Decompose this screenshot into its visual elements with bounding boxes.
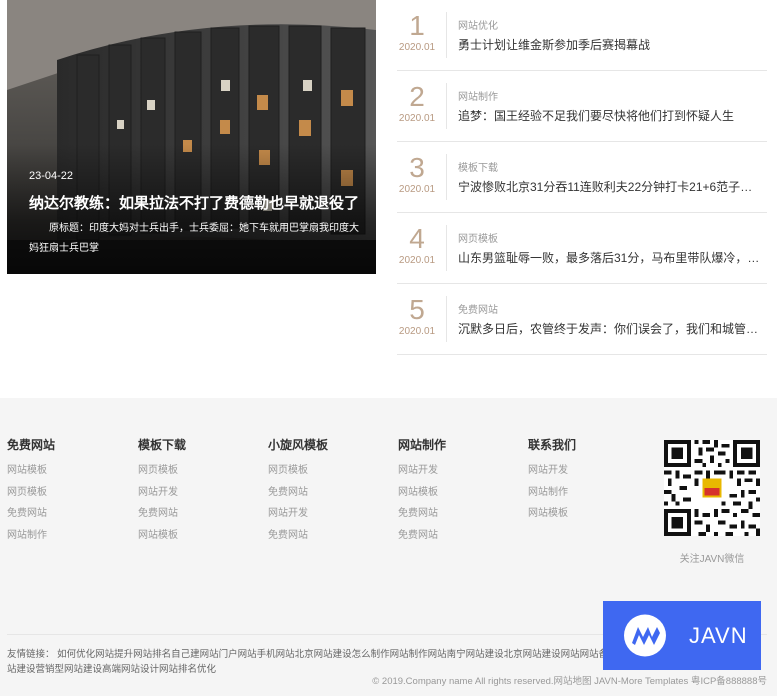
- rank-headline[interactable]: 追梦：国王经验不足我们要尽快将他们打到怀疑人生: [458, 107, 761, 124]
- rank-headline[interactable]: 勇士计划让维金斯参加季后赛揭幕战: [458, 36, 761, 53]
- qr-code-icon: [664, 440, 760, 536]
- footer-link[interactable]: 网站开发: [138, 487, 186, 509]
- list-item[interactable]: 2 2020.01 网站制作 追梦：国王经验不足我们要尽快将他们打到怀疑人生: [397, 71, 767, 142]
- rank-number: 3: [409, 152, 425, 183]
- qr-caption: 关注JAVN微信: [679, 554, 745, 565]
- rank-headline[interactable]: 宁波惨败北京31分吞11连败利夫22分钟打卡21+6范子铭砍下12+6: [458, 178, 761, 195]
- rank-number: 5: [409, 294, 425, 325]
- featured-article[interactable]: 23-04-22 纳达尔教练：如果拉法不打了费德勒也早就退役了 原标题：印度大妈…: [7, 0, 376, 274]
- footer-column-xiaoxuanfeng: 小旋风模板 网页模板 免费网站 网站开发 免费网站: [268, 436, 328, 551]
- divider: [446, 12, 447, 58]
- footer-link[interactable]: 网站模板: [138, 530, 186, 552]
- featured-summary: 原标题：印度大妈对士兵出手，士兵委屈：她下车就用巴掌扇我印度大妈狂扇士兵巴掌: [29, 223, 359, 254]
- footer-column-title: 免费网站: [7, 438, 56, 452]
- rank-category[interactable]: 网站制作: [458, 88, 498, 103]
- footer-column-title: 网站制作: [398, 438, 447, 452]
- brand-logo-text: JAVN: [689, 623, 748, 648]
- footer-link[interactable]: 网站开发: [398, 465, 446, 487]
- copyright: © 2019.Company name All rights reserved.…: [372, 676, 767, 687]
- featured-title[interactable]: 纳达尔教练：如果拉法不打了费德勒也早就退役了: [29, 192, 359, 213]
- ranked-article-list: 1 2020.01 网站优化 勇士计划让维金斯参加季后赛揭幕战 2 2020.0…: [397, 0, 767, 355]
- featured-date: 23-04-22: [29, 170, 74, 182]
- rank-headline[interactable]: 沉默多日后，农管终于发声：你们误会了，我们和城管不一样: [458, 320, 761, 337]
- footer-link[interactable]: 网站模板: [528, 508, 576, 530]
- footer-column-title: 模板下载: [138, 438, 187, 452]
- rank-category[interactable]: 模板下载: [458, 159, 498, 174]
- footer-link[interactable]: 免费网站: [7, 508, 55, 530]
- footer-link[interactable]: 免费网站: [138, 508, 186, 530]
- divider: [446, 296, 447, 342]
- rank-headline[interactable]: 山东男篮耻辱一败，最多落后31分，马布里带队爆冷，山东已经没希望了: [458, 249, 761, 266]
- footer-column-site-building: 网站制作 网站开发 网站模板 免费网站 免费网站: [398, 436, 446, 551]
- footer-link[interactable]: 网站制作: [528, 487, 576, 509]
- rank-number: 2: [409, 81, 425, 112]
- footer-link[interactable]: 网站模板: [7, 465, 55, 487]
- rank-number: 1: [409, 10, 425, 41]
- footer-column-free-sites: 免费网站 网站模板 网页模板 免费网站 网站制作: [7, 436, 55, 551]
- list-item[interactable]: 5 2020.01 免费网站 沉默多日后，农管终于发声：你们误会了，我们和城管不…: [397, 284, 767, 355]
- rank-date: 2020.01: [398, 184, 436, 195]
- rank-category[interactable]: 免费网站: [458, 301, 498, 316]
- brand-logo-icon: [624, 614, 666, 657]
- footer-link[interactable]: 免费网站: [398, 530, 446, 552]
- divider: [446, 83, 447, 129]
- footer-column-contact: 联系我们 网站开发 网站制作 网站模板: [528, 436, 576, 530]
- rank-number: 4: [409, 223, 425, 254]
- footer-link[interactable]: 网页模板: [138, 465, 186, 487]
- footer-link[interactable]: 网站开发: [268, 508, 328, 530]
- footer-link[interactable]: 网页模板: [7, 487, 55, 509]
- footer-link[interactable]: 网页模板: [268, 465, 328, 487]
- list-item[interactable]: 3 2020.01 模板下载 宁波惨败北京31分吞11连败利夫22分钟打卡21+…: [397, 142, 767, 213]
- list-item[interactable]: 4 2020.01 网页模板 山东男篮耻辱一败，最多落后31分，马布里带队爆冷，…: [397, 213, 767, 284]
- friend-links-label: 友情链接：: [7, 649, 55, 660]
- footer-link[interactable]: 免费网站: [268, 530, 328, 552]
- rank-category[interactable]: 网站优化: [458, 17, 498, 32]
- rank-date: 2020.01: [398, 42, 436, 53]
- wechat-qr: 关注JAVN微信: [664, 440, 760, 565]
- footer-link[interactable]: 免费网站: [268, 487, 328, 509]
- rank-date: 2020.01: [398, 255, 436, 266]
- list-item[interactable]: 1 2020.01 网站优化 勇士计划让维金斯参加季后赛揭幕战: [397, 0, 767, 71]
- footer-column-title: 联系我们: [528, 438, 577, 452]
- rank-date: 2020.01: [398, 113, 436, 124]
- brand-watermark: JAVN: [603, 601, 761, 670]
- rank-category[interactable]: 网页模板: [458, 230, 498, 245]
- divider: [446, 225, 447, 271]
- rank-date: 2020.01: [398, 326, 436, 337]
- footer-link[interactable]: 网站模板: [398, 487, 446, 509]
- footer-column-template-download: 模板下载 网页模板 网站开发 免费网站 网站模板: [138, 436, 186, 551]
- footer-link[interactable]: 网站开发: [528, 465, 576, 487]
- footer-column-title: 小旋风模板: [268, 438, 329, 452]
- footer-link[interactable]: 免费网站: [398, 508, 446, 530]
- footer-link[interactable]: 网站制作: [7, 530, 55, 552]
- divider: [446, 154, 447, 200]
